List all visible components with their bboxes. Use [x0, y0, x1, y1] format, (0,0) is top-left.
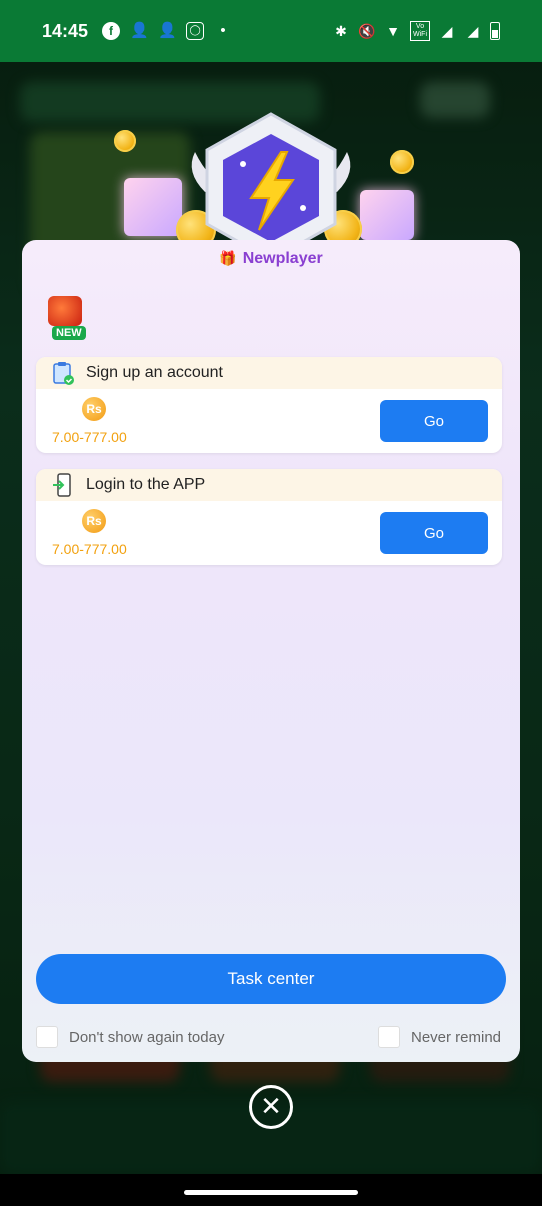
battery-icon	[490, 22, 500, 40]
mute-icon: 🔇	[358, 23, 376, 39]
status-time: 14:45	[42, 20, 89, 41]
status-bar: 14:45 f 👤 👤 ◯ • ✱ 🔇 ▼ Vo WiFi ◢ ◢	[0, 0, 542, 62]
bluetooth-icon: ✱	[335, 23, 347, 39]
signal-icon: ◢	[441, 23, 453, 39]
task-title: Sign up an account	[86, 364, 223, 381]
never-remind-label: Never remind	[411, 1028, 502, 1046]
instagram-icon: ◯	[186, 22, 205, 40]
task-center-button[interactable]: Task center	[36, 954, 506, 1004]
newplayer-modal: 🎁 Newplayer NEW Sign up an account Rs 7.0…	[22, 240, 520, 1062]
status-icons-right: ✱ 🔇 ▼ Vo WiFi ◢ ◢	[332, 21, 500, 41]
never-remind-checkbox[interactable]	[378, 1026, 400, 1048]
task-card-login: Login to the APP Rs 7.00-777.00 Go	[36, 469, 502, 565]
task-header: Sign up an account	[36, 357, 502, 389]
go-button[interactable]: Go	[380, 400, 488, 442]
person-add-icon: 👤	[158, 22, 177, 39]
new-gift-badge: NEW	[40, 290, 98, 342]
wifi-icon: ▼	[386, 23, 400, 39]
facebook-icon: f	[102, 22, 121, 40]
task-card-signup: Sign up an account Rs 7.00-777.00 Go	[36, 357, 502, 453]
phone-login-icon	[52, 473, 74, 497]
gift-box-icon	[124, 178, 182, 236]
dont-show-checkbox[interactable]	[36, 1026, 58, 1048]
task-header: Login to the APP	[36, 469, 502, 501]
status-icons-left: f 👤 👤 ◯ •	[102, 22, 232, 40]
gift-icon	[48, 296, 82, 326]
task-body: Rs 7.00-777.00 Go	[36, 389, 502, 453]
gift-box-icon	[360, 190, 414, 240]
close-icon[interactable]: ✕	[249, 1085, 293, 1129]
never-remind-option[interactable]: Never remind	[378, 1026, 501, 1048]
rs-coin-icon: Rs	[82, 397, 106, 421]
coin-icon	[390, 150, 414, 174]
dont-show-again-option[interactable]: Don't show again today	[36, 1026, 224, 1048]
reward-amount: 7.00-777.00	[52, 541, 127, 557]
signal-icon: ◢	[467, 23, 479, 39]
task-title: Login to the APP	[86, 476, 206, 493]
new-tag: NEW	[52, 326, 86, 340]
gift-icon: 🎁	[219, 250, 237, 266]
dont-show-label: Don't show again today	[69, 1028, 225, 1046]
volte-wifi-icon: Vo WiFi	[410, 21, 430, 41]
home-gesture-bar[interactable]	[184, 1190, 358, 1195]
person-add-icon: 👤	[130, 22, 149, 39]
go-button[interactable]: Go	[380, 512, 488, 554]
clipboard-check-icon	[52, 361, 74, 385]
rs-coin-icon: Rs	[82, 509, 106, 533]
reward-amount: 7.00-777.00	[52, 429, 127, 445]
dot-icon: •	[220, 22, 226, 39]
task-body: Rs 7.00-777.00 Go	[36, 501, 502, 565]
modal-title: 🎁 Newplayer	[219, 250, 323, 267]
coin-icon	[114, 130, 136, 152]
